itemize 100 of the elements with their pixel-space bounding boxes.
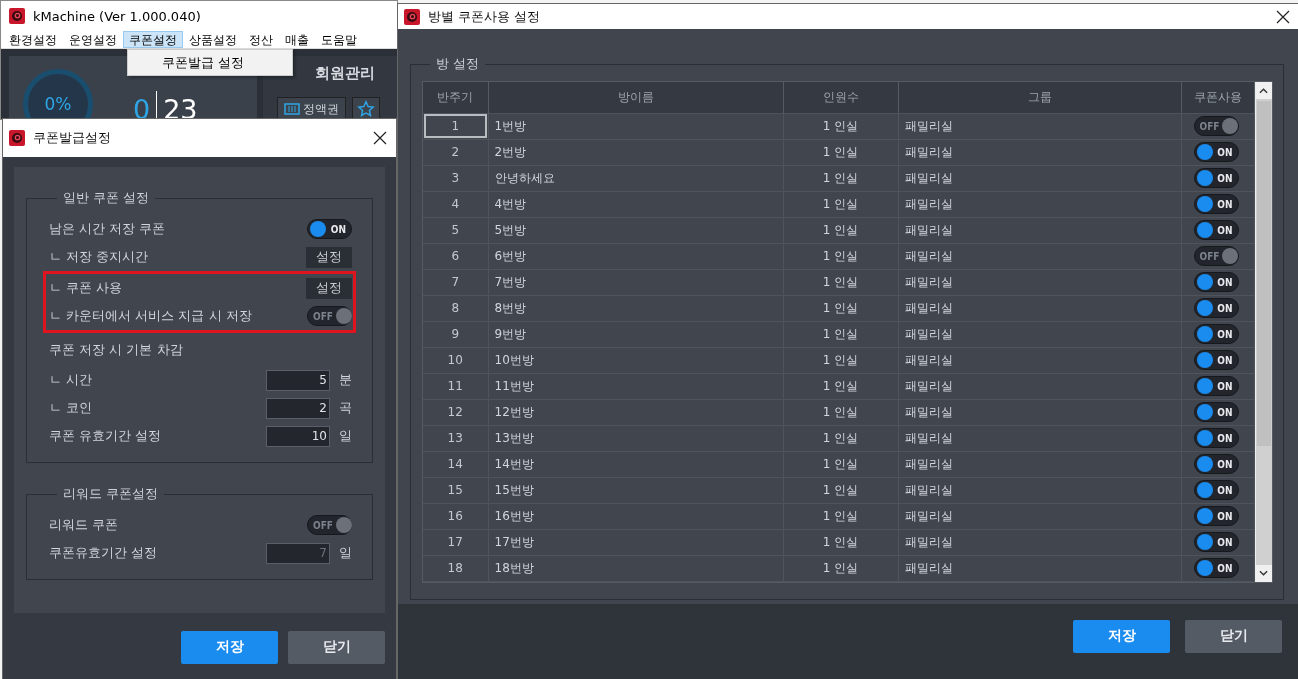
- scroll-down-icon[interactable]: [1259, 570, 1268, 576]
- menu-item[interactable]: 정산: [243, 31, 279, 48]
- table-cell: 1 인실: [783, 243, 898, 269]
- toggle-switch[interactable]: ON: [1193, 324, 1239, 344]
- table-cell: 패밀리실: [898, 191, 1181, 217]
- table-cell: 11번방: [488, 373, 783, 399]
- scrollbar-thumb[interactable]: [1256, 101, 1271, 446]
- toggle-switch[interactable]: OFF: [307, 306, 352, 326]
- number-field[interactable]: 2: [266, 397, 330, 419]
- table-cell: 1 인실: [783, 399, 898, 425]
- table-cell: 4번방: [488, 191, 783, 217]
- table-cell: 1: [423, 113, 488, 139]
- table-cell: 8: [423, 295, 488, 321]
- toggle-switch[interactable]: OFF: [1193, 246, 1239, 266]
- toggle-switch[interactable]: ON: [1193, 532, 1239, 552]
- group-title: 방 설정: [435, 55, 481, 73]
- toggle-switch[interactable]: ON: [1193, 194, 1239, 214]
- toggle-switch[interactable]: ON: [1193, 454, 1239, 474]
- toggle-switch[interactable]: ON: [1193, 376, 1239, 396]
- table-cell: 9: [423, 321, 488, 347]
- close-button[interactable]: 닫기: [1185, 619, 1282, 653]
- star-button[interactable]: [352, 97, 380, 119]
- member-button[interactable]: 정액권: [277, 97, 346, 119]
- menu-item[interactable]: 매출: [279, 31, 315, 48]
- column-header: 그룹: [898, 82, 1181, 113]
- menu-item[interactable]: 상품설정: [183, 31, 243, 48]
- column-header: 방이름: [488, 82, 783, 113]
- table-cell: 패밀리실: [898, 373, 1181, 399]
- table-cell: 패밀리실: [898, 555, 1181, 581]
- toggle-switch[interactable]: OFF: [307, 515, 352, 535]
- group-title: 리워드 쿠폰설정: [62, 485, 160, 503]
- setting-label: ㄴ 시간: [49, 371, 94, 389]
- setting-label: ㄴ 저장 중지시간: [49, 248, 150, 266]
- table-cell: 10: [423, 347, 488, 373]
- table-cell: 1 인실: [783, 477, 898, 503]
- table-cell: 패밀리실: [898, 113, 1181, 139]
- table-cell: 14: [423, 451, 488, 477]
- toggle-switch[interactable]: ON: [1193, 428, 1239, 448]
- unit-label: 분: [338, 371, 352, 389]
- table-cell: 1 인실: [783, 217, 898, 243]
- table-cell: 1 인실: [783, 191, 898, 217]
- settings-button[interactable]: 설정: [306, 277, 352, 299]
- column-header: 쿠폰사용: [1181, 82, 1254, 113]
- table-cell: 패밀리실: [898, 503, 1181, 529]
- table-cell: 12번방: [488, 399, 783, 425]
- menu-item[interactable]: 쿠폰발급 설정: [162, 53, 245, 72]
- window-title: 쿠폰발급설정: [33, 129, 112, 147]
- table-cell: 2번방: [488, 139, 783, 165]
- table-cell: 7번방: [488, 269, 783, 295]
- toggle-switch[interactable]: ON: [1193, 402, 1239, 422]
- toggle-switch[interactable]: ON: [1193, 558, 1239, 578]
- table-cell: 패밀리실: [898, 295, 1181, 321]
- setting-label: ㄴ 카운터에서 서비스 지급 시 저장: [49, 307, 253, 325]
- table-cell: 패밀리실: [898, 243, 1181, 269]
- toggle-switch[interactable]: ON: [1193, 298, 1239, 318]
- toggle-switch[interactable]: ON: [1193, 506, 1239, 526]
- menu-item[interactable]: 운영설정: [63, 31, 123, 48]
- close-button[interactable]: 닫기: [288, 630, 385, 664]
- table-cell: 1 인실: [783, 347, 898, 373]
- ticket-icon: [284, 103, 300, 115]
- toggle-switch[interactable]: ON: [1193, 168, 1239, 188]
- number-field[interactable]: 5: [266, 369, 330, 391]
- unit-label: 일: [338, 544, 352, 562]
- table-cell: 1 인실: [783, 503, 898, 529]
- table-cell: 4: [423, 191, 488, 217]
- table-cell: 2: [423, 139, 488, 165]
- toggle-switch[interactable]: ON: [1193, 142, 1239, 162]
- table-cell: 16: [423, 503, 488, 529]
- table-cell: 18번방: [488, 555, 783, 581]
- toggle-switch[interactable]: ON: [1193, 480, 1239, 500]
- table-cell: 12: [423, 399, 488, 425]
- number-field[interactable]: 10: [266, 425, 330, 447]
- toggle-switch[interactable]: ON: [307, 219, 352, 239]
- menu-item[interactable]: 환경설정: [3, 31, 63, 48]
- table-cell: 패밀리실: [898, 347, 1181, 373]
- toggle-switch[interactable]: ON: [1193, 272, 1239, 292]
- table-cell: 5: [423, 217, 488, 243]
- table-cell: 패밀리실: [898, 165, 1181, 191]
- window-title: 방별 쿠폰사용 설정: [428, 7, 542, 26]
- column-header: 인원수: [783, 82, 898, 113]
- app-icon: [9, 130, 25, 146]
- table-cell: 14번방: [488, 451, 783, 477]
- menu-item[interactable]: 도움말: [315, 31, 363, 48]
- table-cell: 1번방: [488, 113, 783, 139]
- menu-item[interactable]: 쿠폰설정: [123, 31, 183, 48]
- table-cell: 18: [423, 555, 488, 581]
- toggle-switch[interactable]: ON: [1193, 350, 1239, 370]
- toggle-switch[interactable]: ON: [1193, 220, 1239, 240]
- setting-label: 쿠폰 저장 시 기본 차감: [49, 340, 184, 359]
- table-cell: 3: [423, 165, 488, 191]
- setting-label: ㄴ 코인: [49, 399, 94, 417]
- table-cell: 1 인실: [783, 139, 898, 165]
- toggle-switch[interactable]: OFF: [1193, 116, 1239, 136]
- table-cell: 패밀리실: [898, 425, 1181, 451]
- table-cell: 1 인실: [783, 295, 898, 321]
- counter-value: 0: [133, 93, 151, 119]
- table-cell: 패밀리실: [898, 451, 1181, 477]
- table-cell: 9번방: [488, 321, 783, 347]
- scroll-up-icon[interactable]: [1259, 87, 1268, 94]
- settings-button[interactable]: 설정: [306, 246, 352, 268]
